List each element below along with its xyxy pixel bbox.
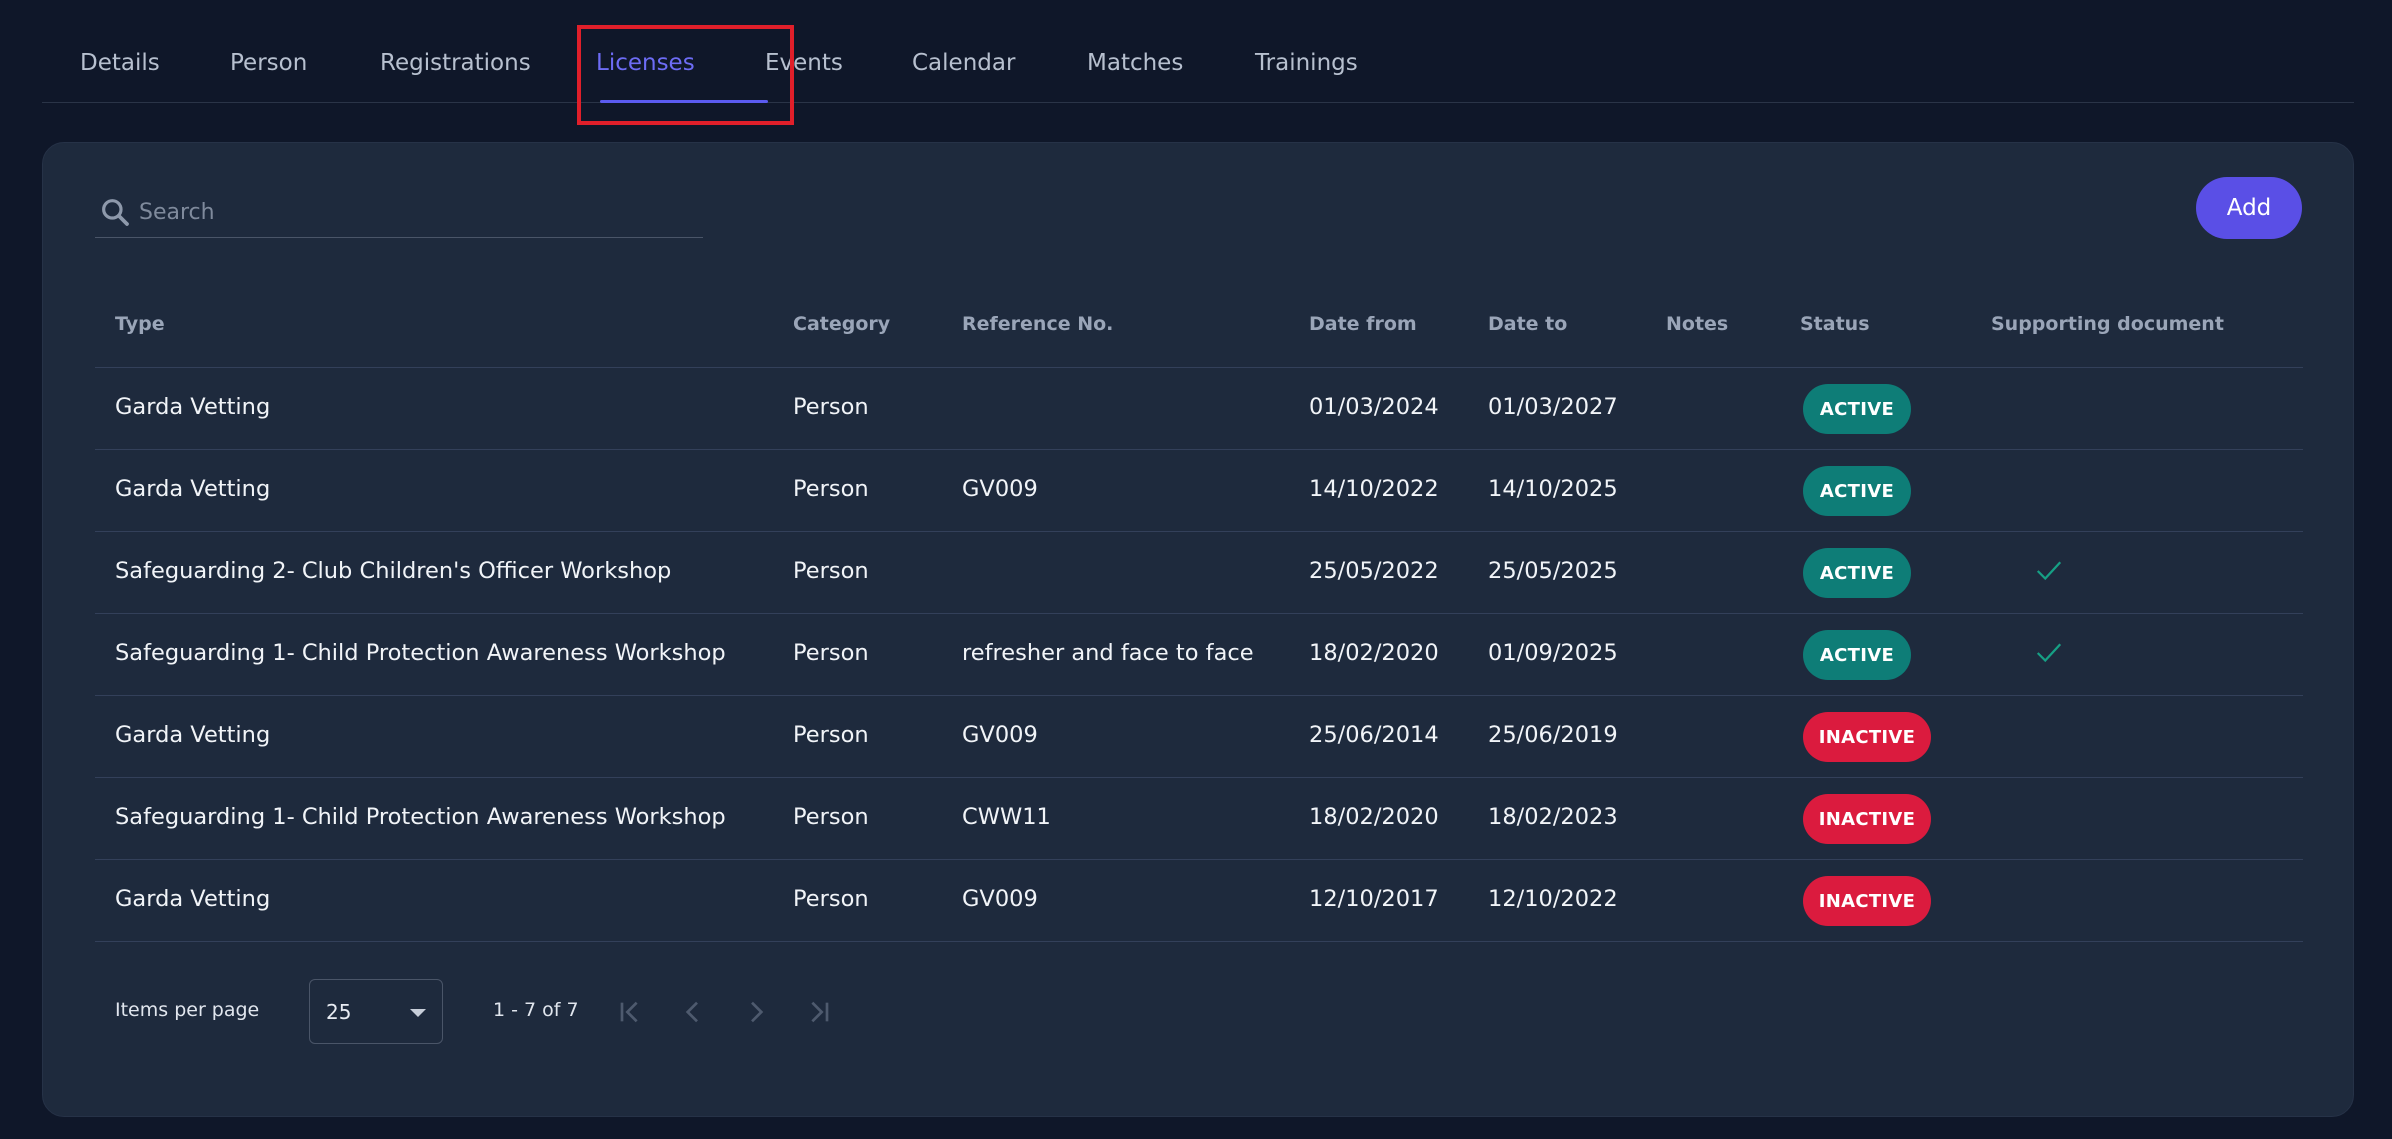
type-cell: Safeguarding 1- Child Protection Awarene… <box>115 804 726 830</box>
check-icon[interactable] <box>2034 638 2064 668</box>
table-row[interactable]: Garda Vetting Person GV009 14/10/2022 14/10/… <box>95 450 2303 532</box>
category-cell: Person <box>793 394 869 420</box>
column-header-date-to[interactable]: Date to <box>1488 313 1567 335</box>
status-badge: ACTIVE <box>1803 548 1911 598</box>
column-header-notes[interactable]: Notes <box>1666 313 1728 335</box>
date-to-cell: 25/06/2019 <box>1488 722 1618 748</box>
reference-cell: GV009 <box>962 722 1038 748</box>
items-per-page-label: Items per page <box>115 999 260 1021</box>
licenses-card: Add Type Category Reference No. Date fro… <box>42 142 2354 1117</box>
table-row[interactable]: Safeguarding 1- Child Protection Awarene… <box>95 778 2303 860</box>
table-row[interactable]: Safeguarding 1- Child Protection Awarene… <box>95 614 2303 696</box>
date-to-cell: 14/10/2025 <box>1488 476 1618 502</box>
date-from-cell: 14/10/2022 <box>1309 476 1439 502</box>
date-to-cell: 01/03/2027 <box>1488 394 1618 420</box>
column-header-reference[interactable]: Reference No. <box>962 313 1113 335</box>
status-badge: INACTIVE <box>1803 712 1931 762</box>
paginator: Items per page 25 1 - 7 of 7 <box>95 979 995 1045</box>
reference-cell: refresher and face to face <box>962 640 1254 666</box>
tab-calendar[interactable]: Calendar <box>912 50 1015 84</box>
table-body: Garda Vetting Person 01/03/2024 01/03/2027 A… <box>95 368 2303 942</box>
status-badge: INACTIVE <box>1803 794 1931 844</box>
search-input[interactable] <box>139 194 699 230</box>
date-to-cell: 01/09/2025 <box>1488 640 1618 666</box>
type-cell: Garda Vetting <box>115 722 271 748</box>
type-cell: Safeguarding 2- Club Children's Officer … <box>115 558 672 584</box>
category-cell: Person <box>793 640 869 666</box>
column-header-supporting-document[interactable]: Supporting document <box>1991 313 2224 335</box>
reference-cell: GV009 <box>962 476 1038 502</box>
category-cell: Person <box>793 886 869 912</box>
reference-cell: GV009 <box>962 886 1038 912</box>
type-cell: Garda Vetting <box>115 886 271 912</box>
items-per-page-value: 25 <box>326 1000 352 1024</box>
first-page-icon[interactable] <box>614 996 646 1028</box>
status-badge: INACTIVE <box>1803 876 1931 926</box>
date-from-cell: 12/10/2017 <box>1309 886 1439 912</box>
date-from-cell: 25/05/2022 <box>1309 558 1439 584</box>
tab-matches[interactable]: Matches <box>1087 50 1183 84</box>
column-header-type[interactable]: Type <box>115 313 165 335</box>
tab-bar: Details Person Registrations Licenses Ev… <box>42 0 2354 125</box>
type-cell: Garda Vetting <box>115 394 271 420</box>
category-cell: Person <box>793 804 869 830</box>
add-button[interactable]: Add <box>2196 177 2302 239</box>
category-cell: Person <box>793 558 869 584</box>
pagination-range: 1 - 7 of 7 <box>493 999 579 1021</box>
chevron-down-icon <box>410 1009 426 1017</box>
column-header-status[interactable]: Status <box>1800 313 1870 335</box>
table-row[interactable]: Garda Vetting Person GV009 12/10/2017 12/10/… <box>95 860 2303 942</box>
licenses-table: Type Category Reference No. Date from Da… <box>95 293 2303 942</box>
date-from-cell: 18/02/2020 <box>1309 804 1439 830</box>
category-cell: Person <box>793 476 869 502</box>
check-icon[interactable] <box>2034 556 2064 586</box>
date-from-cell: 01/03/2024 <box>1309 394 1439 420</box>
table-row[interactable]: Garda Vetting Person 01/03/2024 01/03/2027 A… <box>95 368 2303 450</box>
column-header-date-from[interactable]: Date from <box>1309 313 1417 335</box>
type-cell: Safeguarding 1- Child Protection Awarene… <box>115 640 726 666</box>
tab-person[interactable]: Person <box>230 50 307 84</box>
reference-cell: CWW11 <box>962 804 1051 830</box>
date-to-cell: 12/10/2022 <box>1488 886 1618 912</box>
search-field[interactable] <box>95 188 703 238</box>
tab-registrations[interactable]: Registrations <box>380 50 531 84</box>
date-to-cell: 25/05/2025 <box>1488 558 1618 584</box>
date-from-cell: 25/06/2014 <box>1309 722 1439 748</box>
tab-highlight-box <box>577 25 794 125</box>
date-to-cell: 18/02/2023 <box>1488 804 1618 830</box>
type-cell: Garda Vetting <box>115 476 271 502</box>
column-header-category[interactable]: Category <box>793 313 890 335</box>
table-row[interactable]: Garda Vetting Person GV009 25/06/2014 25/06/… <box>95 696 2303 778</box>
date-from-cell: 18/02/2020 <box>1309 640 1439 666</box>
status-badge: ACTIVE <box>1803 630 1911 680</box>
status-badge: ACTIVE <box>1803 466 1911 516</box>
status-badge: ACTIVE <box>1803 384 1911 434</box>
previous-page-icon[interactable] <box>677 996 709 1028</box>
table-header: Type Category Reference No. Date from Da… <box>95 293 2303 368</box>
tab-trainings[interactable]: Trainings <box>1255 50 1358 84</box>
search-icon <box>102 199 129 226</box>
next-page-icon[interactable] <box>740 996 772 1028</box>
items-per-page-select[interactable]: 25 <box>309 979 443 1044</box>
category-cell: Person <box>793 722 869 748</box>
last-page-icon[interactable] <box>803 996 835 1028</box>
table-row[interactable]: Safeguarding 2- Club Children's Officer … <box>95 532 2303 614</box>
tab-details[interactable]: Details <box>80 50 160 84</box>
